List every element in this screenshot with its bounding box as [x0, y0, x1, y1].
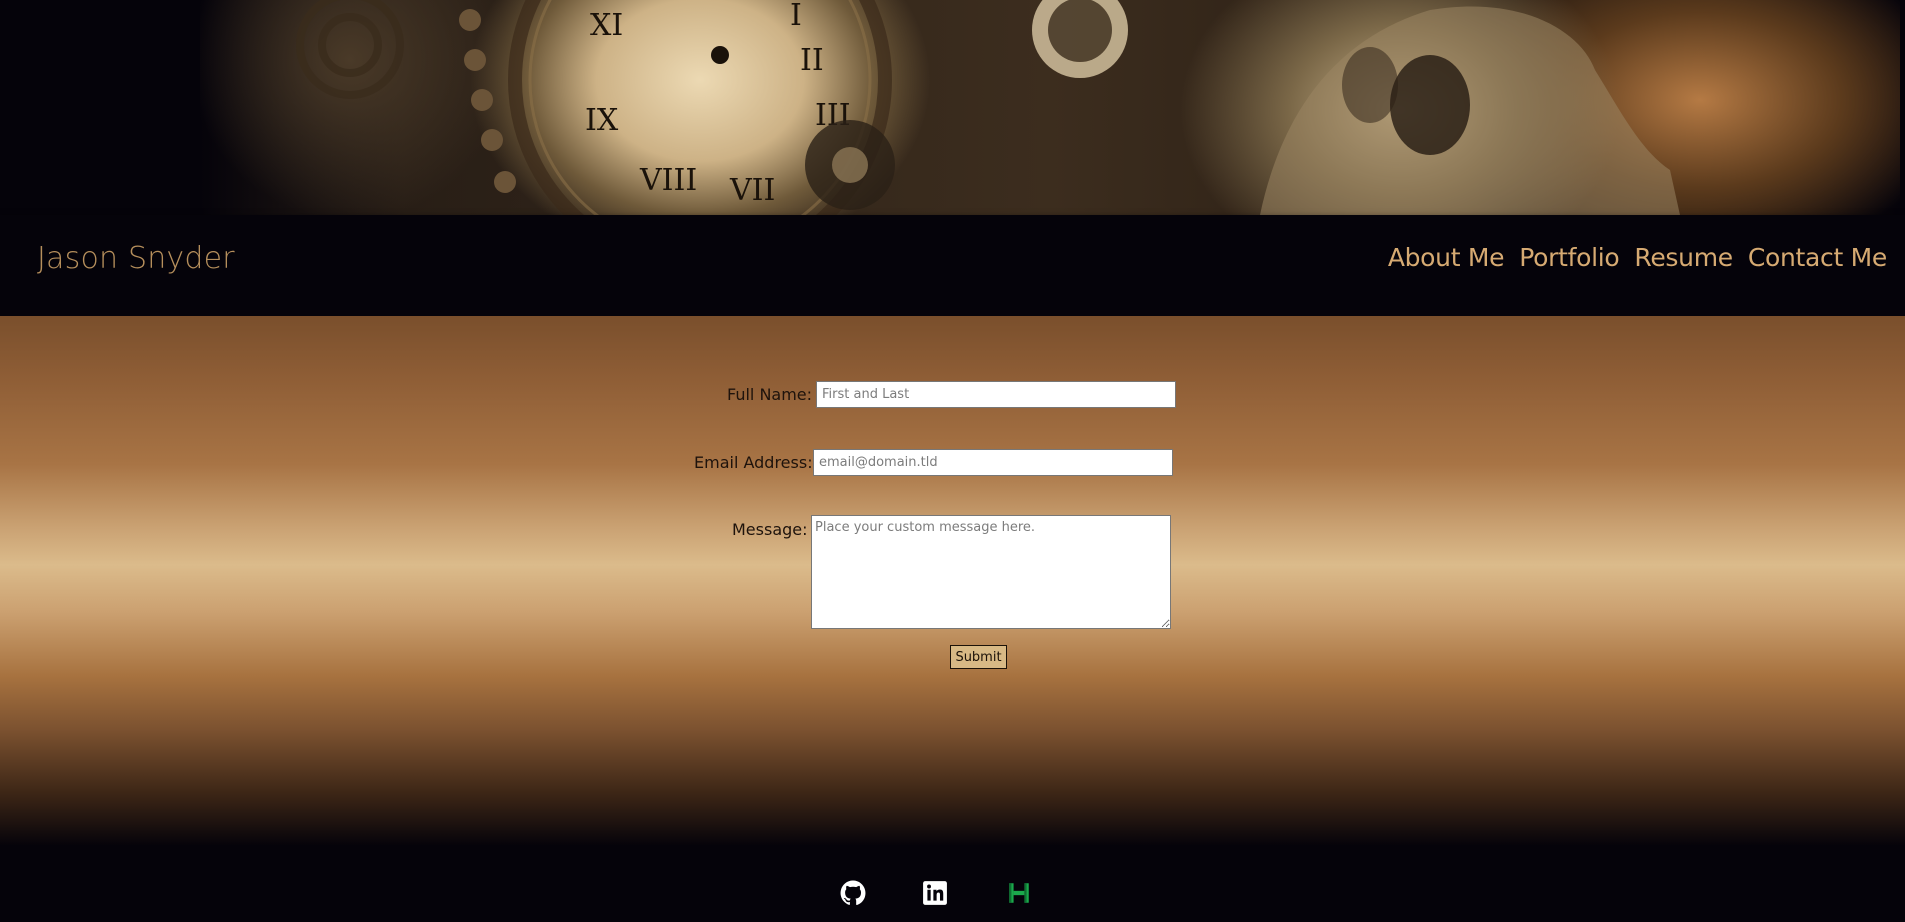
message-textarea[interactable] [811, 515, 1171, 629]
full-name-input[interactable] [816, 381, 1176, 408]
message-label: Message: [732, 520, 808, 539]
svg-text:II: II [800, 43, 824, 78]
linkedin-link[interactable] [922, 880, 948, 906]
nav-links: About Me Portfolio Resume Contact Me [1388, 243, 1887, 272]
nav-portfolio[interactable]: Portfolio [1519, 243, 1619, 272]
site-brand[interactable]: Jason Snyder [37, 241, 235, 276]
svg-text:I: I [790, 0, 802, 33]
navbar: Jason Snyder About Me Portfolio Resume C… [0, 215, 1905, 316]
full-name-label: Full Name: [727, 385, 813, 404]
svg-text:IX: IX [585, 103, 619, 138]
svg-text:XI: XI [590, 8, 623, 43]
github-icon [840, 880, 866, 906]
footer [0, 846, 1905, 922]
header-banner: XI II IX VIII VII III I [0, 0, 1905, 215]
nav-about-me[interactable]: About Me [1388, 243, 1505, 272]
email-input[interactable] [813, 449, 1173, 476]
nav-resume[interactable]: Resume [1634, 243, 1733, 272]
clock-gear-artwork: XI II IX VIII VII III I [296, 0, 1680, 215]
svg-text:VIII: VIII [639, 163, 697, 198]
submit-button[interactable]: Submit [950, 645, 1007, 669]
nav-contact-me[interactable]: Contact Me [1748, 243, 1887, 272]
banner-image: XI II IX VIII VII III I [200, 0, 1900, 215]
hackerrank-icon [1009, 883, 1029, 903]
linkedin-icon [923, 881, 947, 905]
email-label: Email Address: [694, 453, 813, 472]
hackerrank-link[interactable] [1006, 880, 1032, 906]
svg-text:VII: VII [729, 173, 775, 208]
github-link[interactable] [840, 880, 866, 906]
